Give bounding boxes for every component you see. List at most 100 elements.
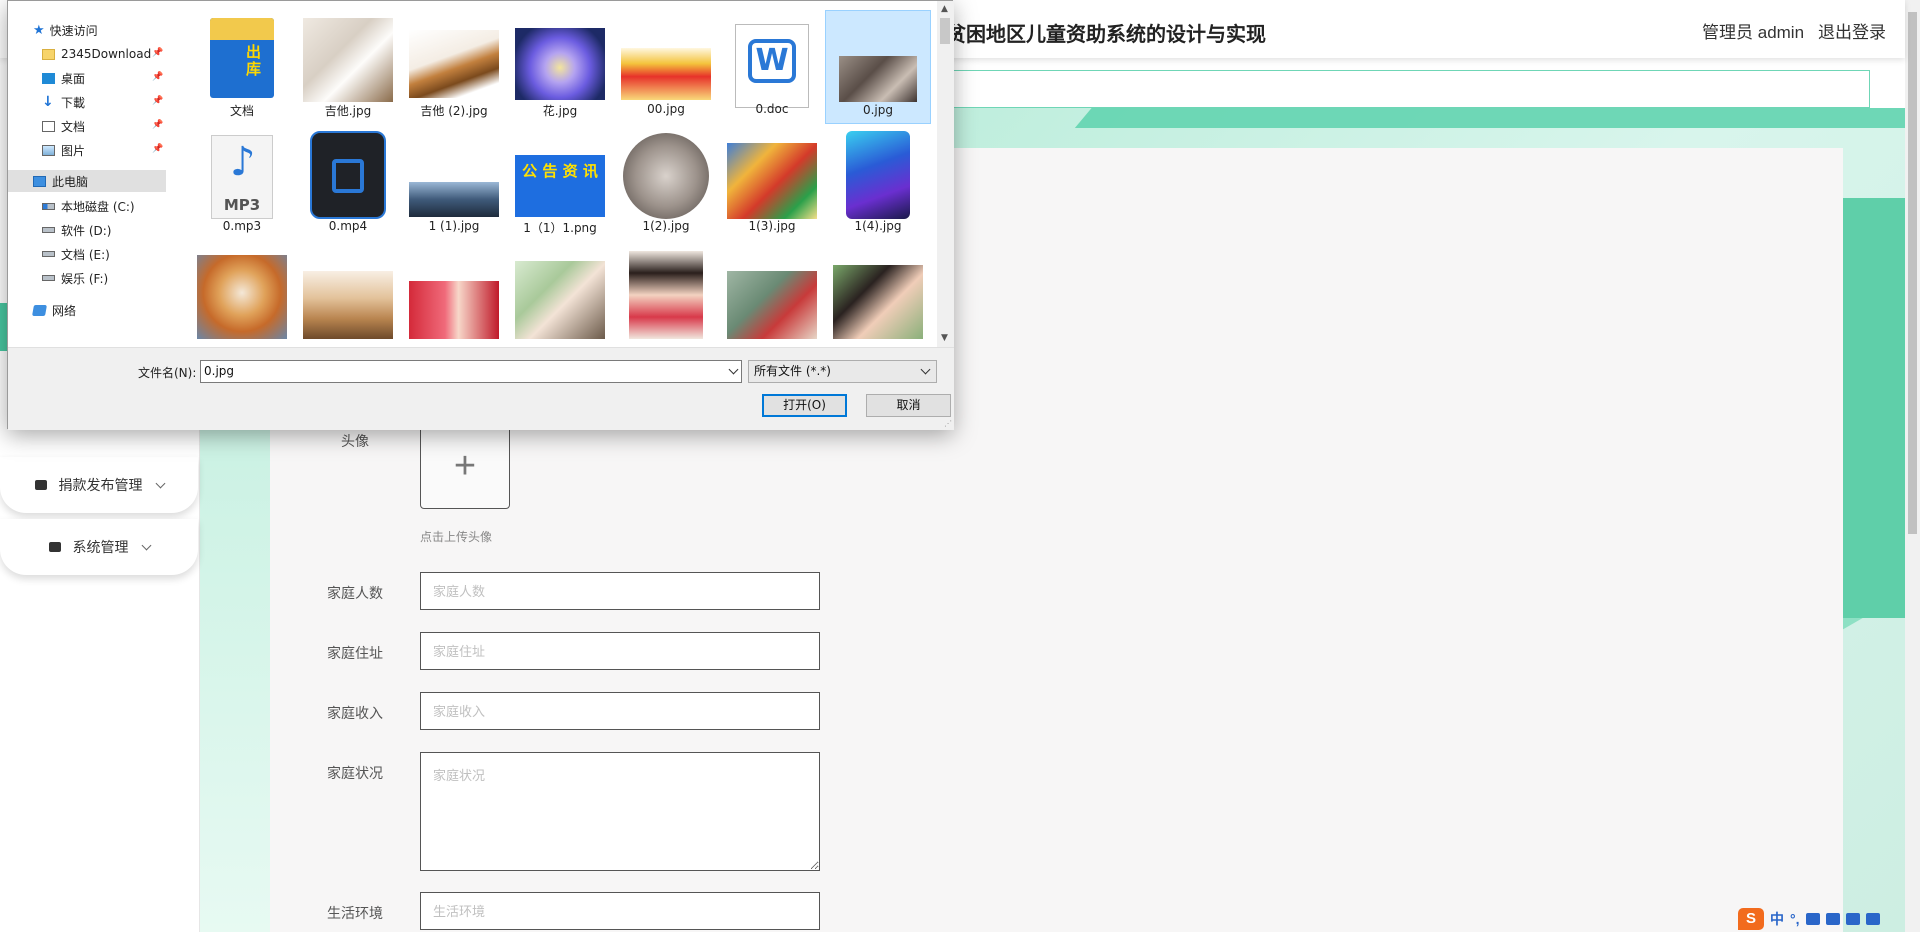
file-item[interactable]: 1(2).jpg [613,127,719,241]
file-name: 文档 [229,104,254,118]
nav-drive-e[interactable]: 文档 (E:) [8,243,166,265]
avatar-label: 头像 [341,433,369,449]
chevron-down-icon[interactable] [728,364,739,375]
file-item[interactable]: 1 (1).jpg [401,127,507,241]
nav-label: 图片 [61,143,86,158]
pin-icon: 📌 [152,144,164,154]
pin-icon: 📌 [152,48,164,58]
file-name: 0.mp3 [222,219,262,233]
nav-drive-d[interactable]: 软件 (D:) [8,219,166,241]
toolbox-icon[interactable] [1865,912,1880,925]
file-item[interactable] [719,243,825,347]
image-thumbnail [839,56,917,102]
nav-pictures[interactable]: 图片 📌 [8,139,166,161]
menu-system-management[interactable]: 系统管理 [0,519,198,575]
nav-this-pc[interactable]: 此电脑 [8,170,166,192]
nav-2345download[interactable]: 2345Download 📌 [8,43,166,65]
ime-logo-icon[interactable]: S [1738,907,1764,930]
nav-label: 桌面 [61,71,86,86]
cancel-button[interactable]: 取消 [866,394,951,417]
chevron-down-icon [920,364,931,375]
living-environment-label: 生活环境 [327,905,383,921]
file-item[interactable] [507,243,613,347]
file-name: 00.jpg [647,102,685,116]
family-address-input[interactable] [420,632,820,670]
nav-downloads[interactable]: ↓ 下載 📌 [8,91,166,113]
file-item[interactable] [295,243,401,347]
image-thumbnail [621,48,711,100]
nav-label: 2345Download [61,47,152,61]
nav-quick-access[interactable]: ★ 快速访问 [8,19,166,41]
drive-icon [42,251,55,257]
file-item[interactable] [825,243,931,347]
nav-label: 文档 (E:) [61,247,110,262]
avatar-upload[interactable]: + [420,423,510,509]
family-income-input[interactable] [420,692,820,730]
ime-mode[interactable]: 中 [1770,909,1784,929]
file-item[interactable]: ♪ MP3 0.mp3 [189,127,295,241]
image-thumbnail [623,133,709,219]
file-item[interactable]: 文档 [189,10,295,124]
nav-label: 娱乐 (F:) [61,271,109,286]
file-item[interactable]: 吉他 (2).jpg [401,10,507,124]
pin-icon: 📌 [152,120,164,130]
page-scrollbar[interactable] [1905,0,1920,932]
nav-documents[interactable]: 文档 📌 [8,115,166,137]
file-item[interactable] [401,243,507,347]
network-icon [32,304,47,316]
image-thumbnail [409,30,499,98]
file-item[interactable]: 1(4).jpg [825,127,931,241]
image-thumbnail: 公 告 资 讯 [515,155,605,217]
family-status-textarea[interactable] [420,752,820,871]
scrollbar-thumb[interactable] [940,18,950,44]
file-item[interactable]: 吉他.jpg [295,10,401,124]
file-item-selected[interactable]: 0.jpg [825,10,931,124]
file-item[interactable]: 00.jpg [613,10,719,124]
file-name: 吉他.jpg [324,104,372,118]
file-item[interactable]: W 0.doc [719,10,825,124]
system-drive-icon [42,202,55,210]
menu-donation-publish[interactable]: 捐款发布管理 [0,457,198,513]
file-name: 0.doc [755,102,789,116]
nav-desktop[interactable]: 桌面 📌 [8,67,166,89]
keyboard-icon[interactable] [1825,912,1840,925]
open-button[interactable]: 打开(O) [762,394,847,417]
file-name: 1 (1).jpg [428,219,480,233]
logout-link[interactable]: 退出登录 [1818,23,1886,42]
ime-punctuation[interactable]: °, [1790,911,1800,927]
file-item[interactable]: 1(3).jpg [719,127,825,241]
filename-label: 文件名(N): [138,366,197,380]
file-name: 0.mp4 [328,219,368,233]
nav-network[interactable]: 网络 [8,299,166,321]
scroll-down-icon[interactable]: ▼ [941,333,948,343]
video-file-icon [310,131,386,219]
resize-grip-icon[interactable]: ⋰ [944,419,952,428]
file-item[interactable] [613,243,719,347]
picture-icon [42,144,55,156]
scrollbar-thumb[interactable] [1908,12,1917,534]
image-thumbnail [629,251,703,339]
file-open-dialog: ★ 快速访问 2345Download 📌 桌面 📌 ↓ 下載 📌 文档 📌 图… [7,0,954,430]
file-item[interactable] [189,243,295,347]
drive-icon [42,275,55,281]
filename-input[interactable]: 0.jpg [200,360,742,383]
microphone-icon[interactable] [1805,912,1820,925]
dialog-footer: 文件名(N): 0.jpg 所有文件 (*.*) 打开(O) 取消 ⋰ [8,347,954,430]
drive-icon [42,227,55,233]
file-name: 花.jpg [542,104,578,118]
image-thumbnail [727,271,817,339]
image-thumbnail [303,271,393,339]
nav-drive-f[interactable]: 娱乐 (F:) [8,267,166,289]
living-environment-input[interactable] [420,892,820,930]
menu-label: 系统管理 [72,539,129,555]
family-size-input[interactable] [420,572,820,610]
file-item[interactable]: 花.jpg [507,10,613,124]
tab-strip [940,70,1870,108]
file-item[interactable]: 公 告 资 讯 1（1）1.png [507,127,613,241]
file-item[interactable]: 0.mp4 [295,127,401,241]
skin-icon[interactable] [1845,912,1860,925]
nav-drive-c[interactable]: 本地磁盘 (C:) [8,195,166,217]
scroll-up-icon[interactable]: ▲ [941,4,948,14]
file-list-scrollbar[interactable]: ▲ ▼ [937,1,954,347]
filetype-select[interactable]: 所有文件 (*.*) [748,360,937,383]
